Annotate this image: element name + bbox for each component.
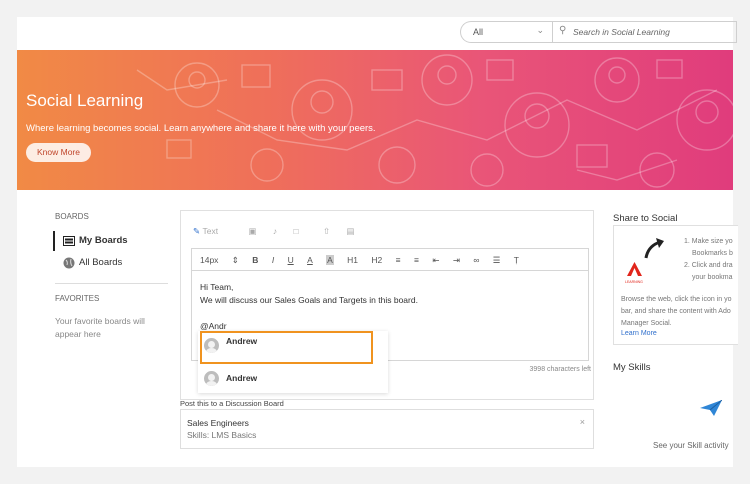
audio-tab-icon[interactable]: ♪ (273, 226, 277, 236)
share-title: Share to Social (613, 213, 678, 224)
board-name: Sales Engineers (187, 418, 249, 428)
underline-button[interactable]: U (288, 255, 294, 265)
share-step: Bookmarks b (692, 250, 733, 257)
editor-content[interactable]: Hi Team, We will discuss our Sales Goals… (192, 271, 588, 333)
editor-toolbar: 14px ⇕ B I U A A H1 H2 ≡ ≡ ⇤ ⇥ ∞ ☰ Ṭ (192, 249, 588, 271)
sidebar-item-my-boards[interactable]: My Boards (53, 231, 170, 251)
sidebar: BOARDS My Boards All Boards FAVORITES Yo… (53, 212, 170, 341)
mention-option[interactable]: Andrew (198, 364, 388, 392)
banner-title: Social Learning (26, 91, 144, 110)
boards-heading: BOARDS (55, 212, 89, 221)
italic-button[interactable]: I (272, 255, 274, 265)
share-step: your bookma (692, 274, 733, 281)
sidebar-item-label: My Boards (79, 235, 128, 246)
share-steps: 1. Make size yo Bookmarks b 2. Click and… (684, 236, 733, 284)
search-filter-select[interactable]: All ⌄ (460, 21, 552, 43)
gallery-tab-icon[interactable]: ▤ (347, 226, 355, 237)
bold-button[interactable]: B (252, 255, 258, 265)
selection-highlight (200, 331, 373, 364)
chevron-down-icon: ⌄ (536, 25, 544, 35)
screen-tab-icon[interactable]: □ (293, 226, 298, 236)
board-icon (63, 236, 75, 246)
sidebar-item-label: All Boards (79, 257, 123, 268)
avatar (204, 371, 219, 386)
sidebar-item-all-boards[interactable]: All Boards (55, 253, 170, 273)
editor-line: We will discuss our Sales Goals and Targ… (200, 295, 418, 305)
align-icon[interactable]: ☰ (493, 255, 501, 266)
editor-line: Hi Team, (200, 282, 234, 292)
adobe-logo-icon (627, 262, 642, 276)
character-count: 3998 characters left (529, 366, 591, 373)
banner-subtitle: Where learning becomes social. Learn any… (26, 123, 376, 134)
board-skills: Skills: LMS Basics (187, 430, 257, 440)
sidebar-divider (55, 283, 168, 284)
arrow-icon (644, 238, 664, 259)
filter-value: All (473, 27, 484, 37)
post-board-label: Post this to a Discussion Board (180, 399, 284, 408)
hero-banner: Social Learning Where learning becomes s… (17, 50, 733, 190)
outdent-icon[interactable]: ⇤ (432, 255, 439, 266)
close-icon[interactable]: × (580, 416, 585, 428)
search-input[interactable]: ⚲ Search in Social Learning (552, 21, 737, 43)
skills-title: My Skills (613, 362, 651, 373)
bullet-list-icon[interactable]: ≡ (414, 255, 419, 265)
know-more-button[interactable]: Know More (26, 143, 91, 162)
mention-name: Andrew (226, 373, 258, 383)
font-size-value: 14px (200, 255, 219, 265)
search-placeholder: Search in Social Learning (573, 27, 670, 37)
learn-more-link[interactable]: Learn More (621, 330, 657, 337)
share-card: LEARNING 1. Make size yo Bookmarks b 2. … (613, 225, 738, 345)
favorites-empty-text: Your favorite boards will appear here (55, 316, 145, 339)
tab-text[interactable]: ✎ Text (193, 226, 232, 237)
font-size-select[interactable]: 14px ⇕ (200, 255, 239, 266)
skills-empty-text: See your Skill activity (653, 441, 729, 450)
highlight-button[interactable]: A (326, 255, 334, 265)
clear-format-icon[interactable]: Ṭ (514, 255, 519, 265)
top-bar: All ⌄ ⚲ Search in Social Learning (17, 17, 737, 50)
share-desc-line: bar, and share the content with Ado (621, 308, 731, 315)
share-desc-line: Browse the web, click the icon in yo (621, 296, 732, 303)
ordered-list-icon[interactable]: ≡ (396, 255, 401, 265)
paper-plane-icon (700, 400, 722, 416)
search-icon: ⚲ (559, 25, 567, 36)
editor-tabs: ✎ Text ▣ ♪ □ ⇧ ▤ (193, 226, 369, 240)
indent-icon[interactable]: ⇥ (453, 255, 460, 266)
heading1-button[interactable]: H1 (347, 255, 358, 265)
globe-icon (63, 257, 75, 269)
logo-text: LEARNING (625, 280, 643, 284)
share-step: 1. Make size yo (684, 238, 733, 245)
favorites-heading: FAVORITES (55, 294, 100, 303)
share-desc-line: Manager Social. (621, 320, 672, 327)
selected-board[interactable]: Sales Engineers Skills: LMS Basics × (180, 409, 594, 449)
upload-tab-icon[interactable]: ⇧ (323, 226, 330, 237)
link-icon[interactable]: ∞ (473, 255, 479, 265)
tab-text-label: Text (202, 226, 219, 236)
share-step: 2. Click and dra (684, 262, 733, 269)
font-color-button[interactable]: A (307, 255, 313, 265)
image-tab-icon[interactable]: ▣ (248, 226, 256, 237)
share-description: Browse the web, click the icon in yo bar… (621, 294, 732, 330)
heading2-button[interactable]: H2 (371, 255, 382, 265)
banner-decoration (136, 54, 733, 188)
